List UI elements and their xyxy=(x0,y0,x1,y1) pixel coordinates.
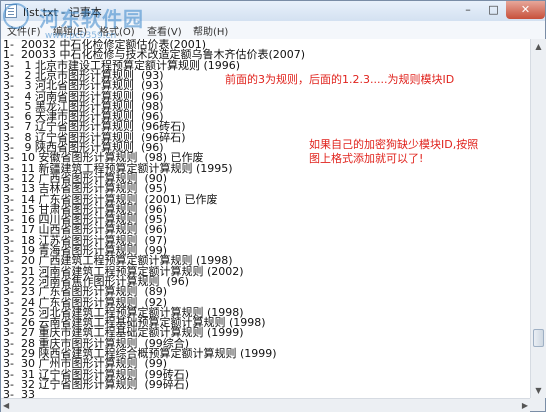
watermark-url: www.pc0359.cn xyxy=(45,31,117,41)
menu-help[interactable]: 帮助(H) xyxy=(193,23,228,38)
scroll-down-icon[interactable]: ▼ xyxy=(532,383,545,398)
text-line: 3- 33 xyxy=(3,388,39,398)
notepad-window: list.txt - 记事本 – □ ✕ 文件(F) 编辑(E) 格式(O) 查… xyxy=(0,0,546,412)
vertical-scrollbar[interactable]: ▲ ▼ xyxy=(530,39,546,398)
minimize-button[interactable]: – xyxy=(455,1,481,19)
horizontal-scrollbar[interactable]: ◀ ▶ xyxy=(1,398,530,412)
scrollbar-corner xyxy=(530,398,545,411)
annotation-rule-id: 前面的3为规则，后面的1.2.3.....为规则模块ID xyxy=(225,73,455,86)
maximize-button[interactable]: □ xyxy=(481,1,506,19)
annotation-instructions-2: 图上格式添加就可以了! xyxy=(309,152,424,165)
close-button[interactable]: ✕ xyxy=(506,1,545,19)
watermark-logo-icon xyxy=(3,3,29,29)
scroll-thumb[interactable] xyxy=(533,329,544,347)
watermark-text: 河东软件园 xyxy=(39,7,144,31)
scroll-left-icon[interactable]: ◀ xyxy=(3,399,9,412)
text-editor[interactable]: 1- 20032 中石化检修定额估价表(2001) 1- 20033 中石化检修与… xyxy=(1,39,530,398)
scroll-up-icon[interactable]: ▲ xyxy=(532,39,545,54)
scroll-right-icon[interactable]: ▶ xyxy=(522,399,528,412)
menu-view[interactable]: 查看(V) xyxy=(147,23,182,38)
